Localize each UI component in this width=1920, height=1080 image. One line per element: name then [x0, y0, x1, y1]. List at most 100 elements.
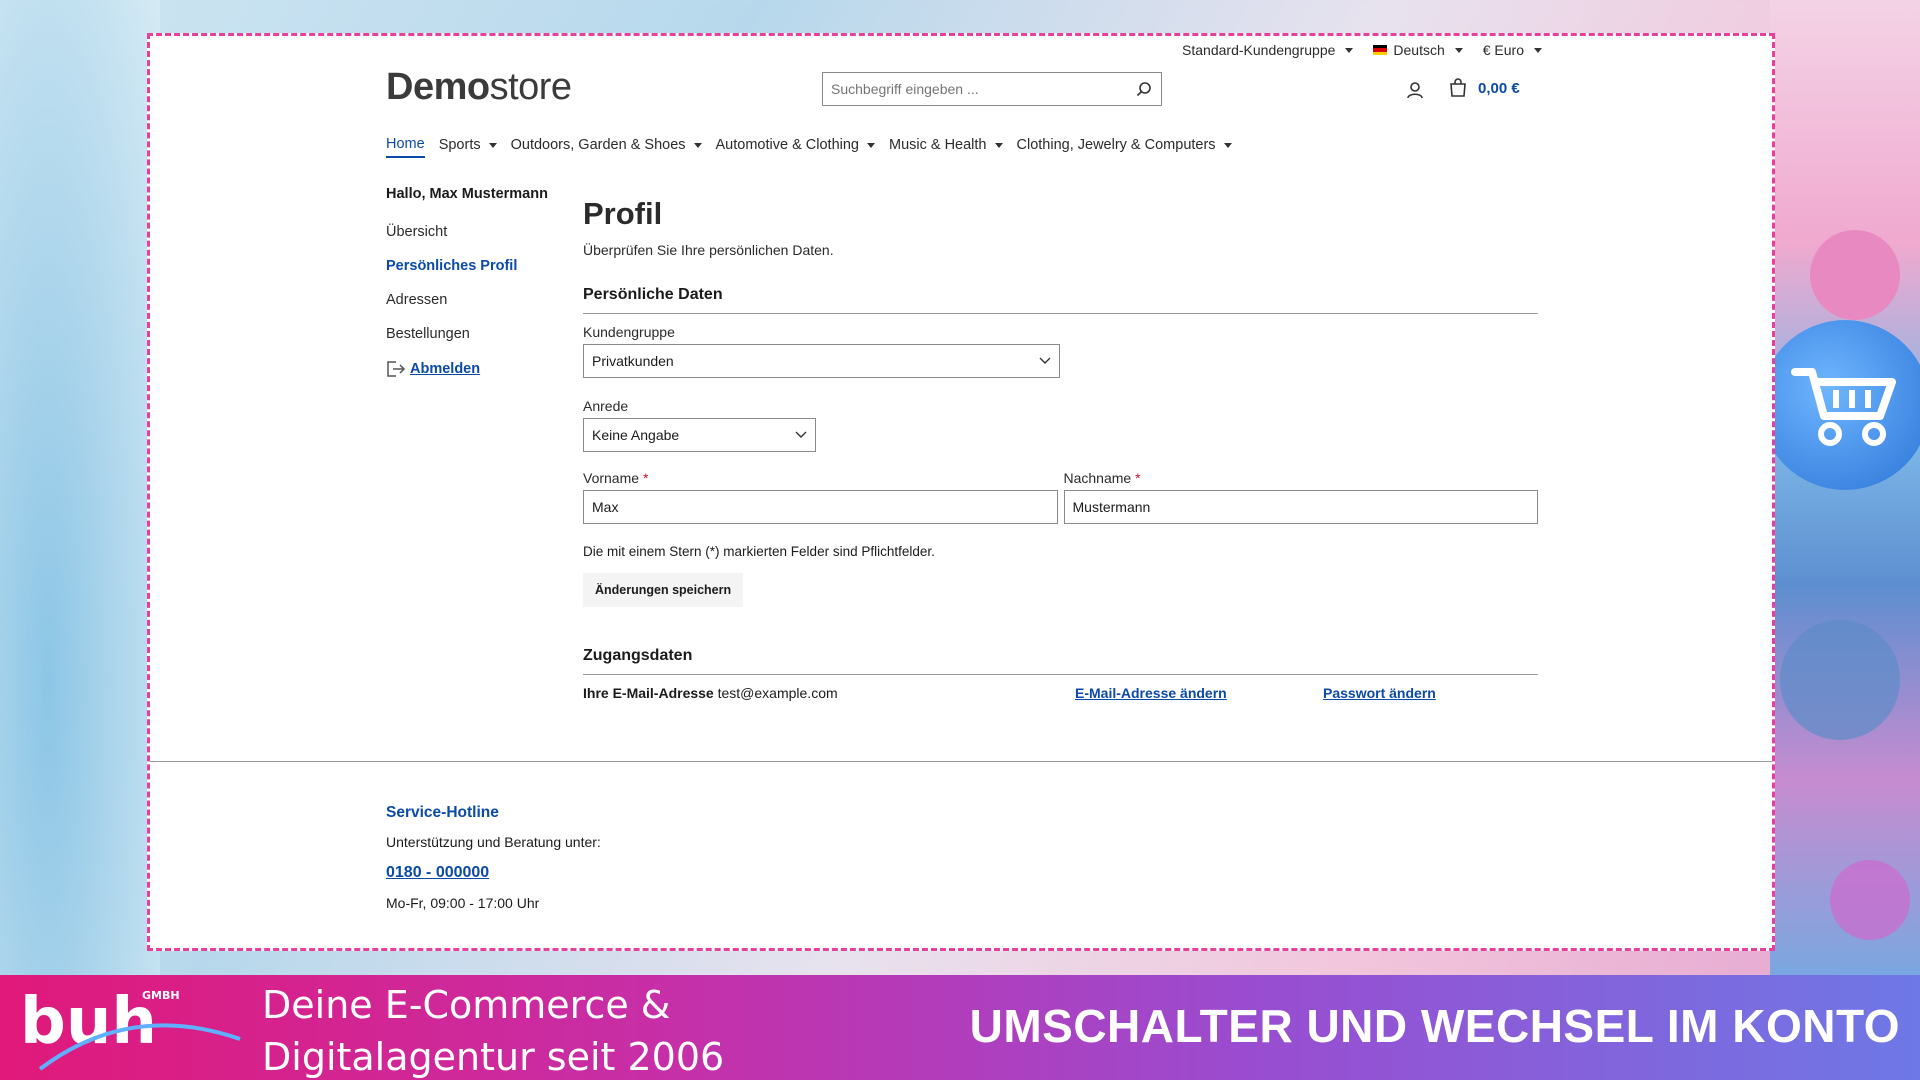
currency-label: € Euro — [1482, 42, 1524, 58]
email-label: Ihre E-Mail-Adresse — [583, 685, 714, 701]
cart-amount: 0,00 € — [1478, 79, 1520, 97]
section-personal-data: Persönliche Daten — [583, 286, 1538, 314]
required-star: * — [1135, 470, 1141, 486]
tagline-line-1: Deine E-Commerce & — [262, 983, 671, 1027]
logout-link[interactable]: Abmelden — [386, 360, 566, 378]
salutation-select[interactable]: Keine Angabe — [583, 418, 816, 452]
profile-content: Profil Überprüfen Sie Ihre persönlichen … — [583, 196, 1538, 701]
nav-label: Home — [386, 136, 425, 152]
nav-item-outdoors[interactable]: Outdoors, Garden & Shoes — [511, 136, 702, 158]
required-fields-hint: Die mit einem Stern (*) markierten Felde… — [583, 544, 935, 559]
customer-group-field-label: Kundengruppe — [583, 324, 675, 340]
chevron-down-icon — [693, 142, 702, 148]
nav-item-home[interactable]: Home — [386, 136, 425, 158]
sidebar-item-addresses[interactable]: Adressen — [386, 292, 566, 308]
required-star: * — [642, 470, 649, 486]
store-logo[interactable]: Demostore — [386, 66, 572, 109]
name-row: Vorname * Max Nachname * Mustermann — [583, 470, 1538, 524]
customer-group-dropdown[interactable]: Standard-Kundengruppe — [1182, 42, 1354, 58]
lastname-input[interactable]: Mustermann — [1063, 490, 1538, 524]
nav-item-automotive[interactable]: Automotive & Clothing — [716, 136, 875, 158]
logo-light-text: store — [489, 66, 572, 108]
nav-item-music[interactable]: Music & Health — [889, 136, 1003, 158]
hotline-phone-link[interactable]: 0180 - 000000 — [386, 864, 489, 882]
agency-tagline: Deine E-Commerce & Digitalagentur seit 2… — [262, 979, 724, 1080]
customer-group-select[interactable]: Privatkunden — [583, 344, 1060, 378]
section-access-data: Zugangsdaten — [583, 647, 1538, 675]
lastname-group: Nachname * Mustermann — [1063, 470, 1539, 524]
logout-label: Abmelden — [410, 361, 481, 377]
search-icon — [1136, 82, 1151, 97]
nav-label: Outdoors, Garden & Shoes — [510, 137, 686, 153]
shopping-cart-decoration-icon — [1760, 320, 1920, 490]
lastname-value: Mustermann — [1072, 499, 1151, 515]
lastname-label-text: Nachname — [1063, 470, 1132, 486]
save-changes-button[interactable]: Änderungen speichern — [583, 573, 744, 607]
nav-label: Clothing, Jewelry & Computers — [1016, 137, 1216, 153]
access-data-section: Zugangsdaten Ihre E-Mail-Adresse test@ex… — [583, 647, 1538, 701]
nav-label: Sports — [438, 137, 481, 153]
nav-item-clothing[interactable]: Clothing, Jewelry & Computers — [1017, 136, 1232, 158]
logo-bold-text: Demo — [386, 66, 490, 108]
sidebar-item-orders[interactable]: Bestellungen — [386, 326, 566, 342]
sidebar-item-overview[interactable]: Übersicht — [386, 224, 566, 240]
background-left-decoration — [0, 0, 160, 975]
chevron-down-icon — [866, 142, 875, 148]
chevron-down-icon — [1345, 47, 1354, 53]
storefront-screenshot-frame: Standard-Kundengruppe Deutsch € Euro Dem… — [147, 33, 1775, 951]
search-button[interactable] — [1127, 73, 1161, 105]
footer-support-text: Unterstützung und Beratung unter: — [386, 834, 601, 850]
german-flag-icon — [1373, 45, 1388, 55]
nav-label: Automotive & Clothing — [715, 137, 859, 153]
agency-banner: buh GMBH Deine E-Commerce & Digitalagent… — [0, 975, 1920, 1080]
page-subtitle: Überprüfen Sie Ihre persönlichen Daten. — [583, 242, 834, 258]
firstname-input[interactable]: Max — [583, 490, 1058, 524]
firstname-value: Max — [592, 499, 619, 515]
email-row: Ihre E-Mail-Adresse test@example.com E-M… — [583, 685, 1538, 701]
search-bar — [822, 72, 1162, 106]
account-sidebar: Hallo, Max Mustermann Übersicht Persönli… — [386, 186, 566, 378]
customer-group-label: Standard-Kundengruppe — [1182, 42, 1336, 58]
footer-hours: Mo-Fr, 09:00 - 17:00 Uhr — [386, 895, 540, 911]
chevron-down-icon — [1039, 357, 1051, 364]
firstname-group: Vorname * Max — [583, 470, 1058, 524]
chevron-down-icon — [1223, 142, 1232, 148]
search-input[interactable] — [823, 73, 1127, 105]
nav-item-sports[interactable]: Sports — [439, 136, 497, 158]
footer-service: Service-Hotline Unterstützung und Beratu… — [386, 804, 601, 911]
logout-icon — [387, 361, 406, 377]
footer-divider — [150, 761, 1772, 762]
lastname-field-label: Nachname * — [1064, 470, 1539, 486]
shopping-bag-icon — [1450, 78, 1466, 97]
tagline-line-2: Digitalagentur seit 2006 — [262, 1035, 725, 1079]
banner-headline: UMSCHALTER UND WECHSEL IM KONTO — [969, 1000, 1900, 1052]
sidebar-item-profile[interactable]: Persönliches Profil — [386, 258, 566, 274]
top-bar: Standard-Kundengruppe Deutsch € Euro — [1182, 42, 1542, 58]
email-info: Ihre E-Mail-Adresse test@example.com — [583, 685, 1075, 701]
change-password-link[interactable]: Passwort ändern — [1323, 685, 1436, 701]
email-value: test@example.com — [717, 685, 838, 701]
change-email-link[interactable]: E-Mail-Adresse ändern — [1075, 685, 1323, 701]
language-label: Deutsch — [1393, 42, 1445, 58]
cart-button[interactable]: 0,00 € — [1448, 78, 1520, 98]
page-title: Profil — [583, 196, 663, 231]
buh-logo-suffix: GMBH — [142, 989, 180, 1002]
language-dropdown[interactable]: Deutsch — [1373, 42, 1463, 58]
main-navigation: Home Sports Outdoors, Garden & Shoes Aut… — [386, 136, 1232, 158]
footer-title: Service-Hotline — [386, 804, 499, 821]
firstname-field-label: Vorname * — [583, 470, 1058, 486]
chevron-down-icon — [488, 142, 497, 148]
user-icon — [1407, 82, 1423, 99]
buh-logo: buh GMBH — [20, 981, 245, 1076]
customer-group-value: Privatkunden — [592, 353, 674, 369]
salutation-field-label: Anrede — [583, 398, 629, 414]
account-button[interactable] — [1405, 80, 1425, 105]
chevron-down-icon — [795, 431, 807, 438]
firstname-label-text: Vorname — [583, 470, 640, 486]
chevron-down-icon — [1454, 47, 1463, 53]
salutation-value: Keine Angabe — [592, 427, 680, 443]
chevron-down-icon — [1534, 47, 1542, 53]
nav-label: Music & Health — [888, 137, 987, 153]
buh-logo-text: buh — [20, 985, 157, 1059]
currency-dropdown[interactable]: € Euro — [1483, 42, 1542, 58]
